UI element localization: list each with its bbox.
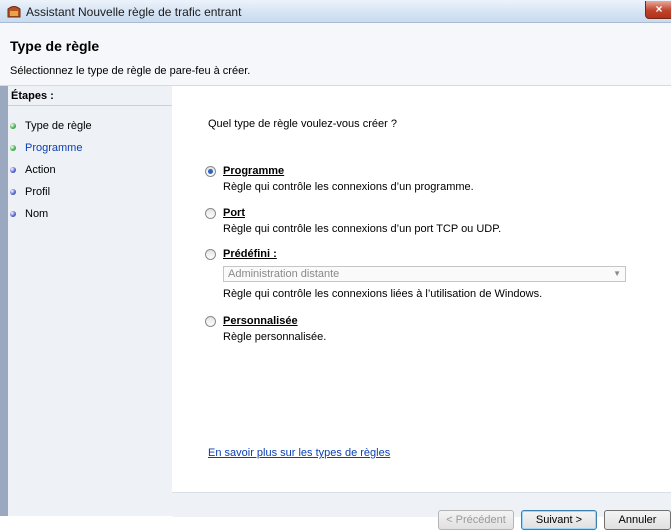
step-label: Action (25, 164, 56, 176)
step-label: Nom (25, 208, 49, 220)
step-label: Programme (25, 142, 83, 154)
step-status-icon (10, 189, 16, 195)
option-label: Port (223, 207, 245, 219)
main-panel: Quel type de règle voulez-vous créer ? P… (172, 86, 671, 530)
close-button[interactable]: × (645, 1, 671, 19)
rule-type-question: Quel type de règle voulez-vous créer ? (208, 118, 397, 130)
firewall-icon (7, 6, 21, 18)
radio-programme[interactable] (205, 166, 216, 177)
steps-heading: Étapes : (8, 86, 172, 106)
predefined-rule-value: Administration distante (228, 268, 340, 280)
learn-more-link[interactable]: En savoir plus sur les types de règles (208, 447, 390, 459)
step-profil[interactable]: Profil (8, 183, 172, 201)
title-bar: Assistant Nouvelle règle de trafic entra… (0, 0, 671, 23)
window-title: Assistant Nouvelle règle de trafic entra… (26, 5, 242, 19)
page-title: Type de règle (10, 38, 100, 54)
step-status-icon (10, 167, 16, 173)
step-label: Type de règle (25, 120, 92, 132)
option-description: Règle qui contrôle les connexions d’un p… (223, 181, 474, 193)
close-icon: × (655, 2, 663, 16)
option-description: Règle qui contrôle les connexions liées … (223, 288, 543, 300)
radio-personnalisee[interactable] (205, 316, 216, 327)
cancel-button[interactable]: Annuler (604, 510, 671, 530)
next-button[interactable]: Suivant > (521, 510, 597, 530)
radio-port[interactable] (205, 208, 216, 219)
option-description: Règle qui contrôle les connexions d’un p… (223, 223, 502, 235)
step-status-icon (10, 123, 16, 129)
chevron-down-icon: ▼ (613, 269, 621, 278)
predefined-rule-select[interactable]: Administration distante ▼ (223, 266, 626, 282)
step-status-icon (10, 145, 16, 151)
radio-predefini[interactable] (205, 249, 216, 260)
option-description: Règle personnalisée. (223, 331, 327, 343)
option-label: Personnalisée (223, 315, 298, 327)
step-label: Profil (25, 186, 51, 198)
option-label: Programme (223, 165, 285, 177)
wizard-footer: < Précédent Suivant > Annuler (172, 492, 671, 530)
step-action[interactable]: Action (8, 161, 172, 179)
wizard-header: Type de règle Sélectionnez le type de rè… (0, 23, 671, 86)
option-label: Prédéfini : (223, 248, 277, 260)
step-nom[interactable]: Nom (8, 205, 172, 223)
step-status-icon (10, 211, 16, 217)
steps-sidebar: Étapes : Type de règle Programme Action … (0, 86, 172, 516)
step-type-de-regle[interactable]: Type de règle (8, 117, 172, 135)
page-subtitle: Sélectionnez le type de règle de pare-fe… (10, 65, 251, 77)
back-button[interactable]: < Précédent (438, 510, 514, 530)
step-programme[interactable]: Programme (8, 139, 172, 157)
